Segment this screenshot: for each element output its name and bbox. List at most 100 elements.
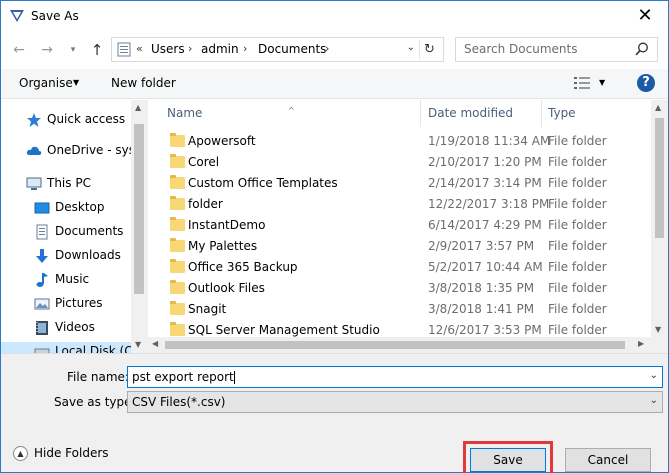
chevron-down-icon[interactable]: ⌄ xyxy=(650,370,658,381)
desktop-icon xyxy=(34,202,50,214)
file-list-vertical-scrollbar[interactable]: ▲ ▼ xyxy=(651,100,668,337)
file-list-horizontal-scrollbar[interactable]: ◀ ▶ xyxy=(148,337,651,353)
hide-folders-label: Hide Folders xyxy=(34,446,109,460)
folder-icon xyxy=(170,196,185,210)
file-type: File folder xyxy=(548,281,607,295)
folder-icon xyxy=(170,301,185,315)
breadcrumb-users[interactable]: Users xyxy=(151,42,185,56)
scrollbar-thumb[interactable] xyxy=(165,341,625,349)
sidebar-item-this-pc[interactable]: This PC xyxy=(26,174,131,194)
scroll-right-arrow[interactable]: ▶ xyxy=(638,339,644,348)
breadcrumb-separator[interactable]: › xyxy=(188,42,192,55)
scroll-up-arrow[interactable]: ▲ xyxy=(655,103,661,112)
breadcrumb-overflow[interactable]: « xyxy=(136,42,143,55)
scrollbar-thumb[interactable] xyxy=(134,124,144,294)
back-button[interactable]: ← xyxy=(9,40,29,60)
filename-input[interactable]: pst export report ⌄ xyxy=(127,366,663,388)
table-row[interactable]: Apowersoft 1/19/2018 11:34 AM File folde… xyxy=(148,131,651,152)
sidebar-item-label: Quick access xyxy=(47,112,126,126)
scroll-left-arrow[interactable]: ◀ xyxy=(152,339,158,348)
folder-icon xyxy=(170,280,185,294)
sidebar-item-quick-access[interactable]: Quick access xyxy=(26,110,131,130)
savetype-label: Save as type: xyxy=(54,395,136,409)
new-folder-button[interactable]: New folder xyxy=(111,76,176,90)
refresh-button[interactable]: ↻ xyxy=(419,40,439,59)
file-type: File folder xyxy=(548,302,607,316)
breadcrumb-separator[interactable]: › xyxy=(325,42,329,55)
cloud-icon xyxy=(26,146,42,155)
sidebar-item-local-disk[interactable]: Local Disk (C:) xyxy=(1,342,141,353)
breadcrumb-documents[interactable]: Documents xyxy=(258,42,326,56)
up-button[interactable]: ↑ xyxy=(87,40,107,60)
scroll-up-arrow[interactable]: ▲ xyxy=(135,103,141,112)
sidebar-item-desktop[interactable]: Desktop xyxy=(34,198,131,218)
window-title: Save As xyxy=(31,9,79,23)
save-button[interactable]: Save xyxy=(470,448,546,472)
videos-icon xyxy=(36,321,48,335)
recent-locations-button[interactable]: ▾ xyxy=(63,40,83,60)
command-toolbar: Organise ▼ New folder ▼ ? xyxy=(1,69,668,99)
view-options-icon[interactable] xyxy=(574,76,590,90)
chevron-up-icon: ▲ xyxy=(13,446,28,461)
chevron-down-icon[interactable]: ▼ xyxy=(73,78,79,87)
download-icon xyxy=(36,249,48,263)
close-button[interactable]: ✕ xyxy=(628,3,662,29)
column-header-name[interactable]: Name ^ xyxy=(148,100,420,127)
scrollbar-thumb[interactable] xyxy=(655,118,664,238)
chevron-down-icon[interactable]: ▼ xyxy=(599,78,605,87)
sidebar-item-label: Desktop xyxy=(55,200,105,214)
column-header-type[interactable]: Type xyxy=(542,100,652,127)
search-input[interactable]: Search Documents xyxy=(455,37,658,62)
file-date: 2/14/2017 3:14 PM xyxy=(428,176,542,190)
sidebar-item-videos[interactable]: Videos xyxy=(34,318,131,338)
sidebar-item-pictures[interactable]: Pictures xyxy=(34,294,131,314)
file-date: 3/8/2018 1:35 PM xyxy=(428,281,535,295)
sidebar-item-downloads[interactable]: Downloads xyxy=(34,246,131,266)
save-as-dialog: Save As ✕ ← → ▾ ↑ « Users › admin › Docu… xyxy=(0,0,669,473)
sidebar-item-label: Documents xyxy=(55,224,124,238)
column-header-date[interactable]: Date modified xyxy=(421,100,541,127)
sidebar-item-label: Pictures xyxy=(55,296,103,310)
navigation-pane-scrollbar[interactable]: ▲ ▼ xyxy=(131,100,148,353)
table-row[interactable]: SQL Server Management Studio 12/6/2017 3… xyxy=(148,320,651,337)
savetype-select[interactable]: CSV Files(*.csv) ⌄ xyxy=(127,391,663,413)
table-row[interactable]: Snagit 3/8/2018 1:41 PM File folder xyxy=(148,299,651,320)
scroll-down-arrow[interactable]: ▼ xyxy=(135,340,141,349)
navigation-bar: ← → ▾ ↑ « Users › admin › Documents › ⌄ … xyxy=(1,34,668,66)
music-icon xyxy=(36,273,48,287)
file-name: Custom Office Templates xyxy=(188,176,338,190)
address-dropdown-button[interactable]: ⌄ xyxy=(407,42,415,53)
file-type: File folder xyxy=(548,260,607,274)
help-button[interactable]: ? xyxy=(637,74,655,92)
savetype-value: CSV Files(*.csv) xyxy=(132,395,226,409)
breadcrumb-separator[interactable]: › xyxy=(243,42,247,55)
scrollbar-corner xyxy=(651,337,668,353)
sidebar-item-onedrive[interactable]: OneDrive - syste xyxy=(26,141,147,161)
table-row[interactable]: Corel 2/10/2017 1:20 PM File folder xyxy=(148,152,651,173)
table-row[interactable]: Office 365 Backup 5/2/2017 10:44 AM File… xyxy=(148,257,651,278)
file-date: 1/19/2018 11:34 AM xyxy=(428,134,551,148)
sidebar-item-documents[interactable]: Documents xyxy=(34,222,131,242)
organise-button[interactable]: Organise xyxy=(19,76,73,90)
table-row[interactable]: folder 12/22/2017 3:18 PM File folder xyxy=(148,194,651,215)
search-icon[interactable] xyxy=(635,42,649,56)
forward-button[interactable]: → xyxy=(37,40,57,60)
sidebar-item-music[interactable]: Music xyxy=(34,270,131,290)
text-caret xyxy=(233,371,235,384)
table-row[interactable]: Custom Office Templates 2/14/2017 3:14 P… xyxy=(148,173,651,194)
address-bar[interactable]: « Users › admin › Documents › ⌄ ↻ xyxy=(111,37,444,62)
table-row[interactable]: My Palettes 2/9/2017 3:57 PM File folder xyxy=(148,236,651,257)
chevron-down-icon[interactable]: ⌄ xyxy=(650,395,658,406)
folder-icon xyxy=(170,154,185,168)
file-name: Outlook Files xyxy=(188,281,265,295)
table-row[interactable]: Outlook Files 3/8/2018 1:35 PM File fold… xyxy=(148,278,651,299)
file-type: File folder xyxy=(548,155,607,169)
sidebar-item-label: Local Disk (C:) xyxy=(55,344,142,353)
column-header-label: Name xyxy=(167,106,203,120)
table-row[interactable]: InstantDemo 6/14/2017 4:29 PM File folde… xyxy=(148,215,651,236)
breadcrumb-admin[interactable]: admin xyxy=(201,42,239,56)
scroll-down-arrow[interactable]: ▼ xyxy=(655,325,661,334)
column-header-label: Type xyxy=(548,106,576,120)
cancel-button[interactable]: Cancel xyxy=(565,448,651,472)
file-name: Apowersoft xyxy=(188,134,256,148)
